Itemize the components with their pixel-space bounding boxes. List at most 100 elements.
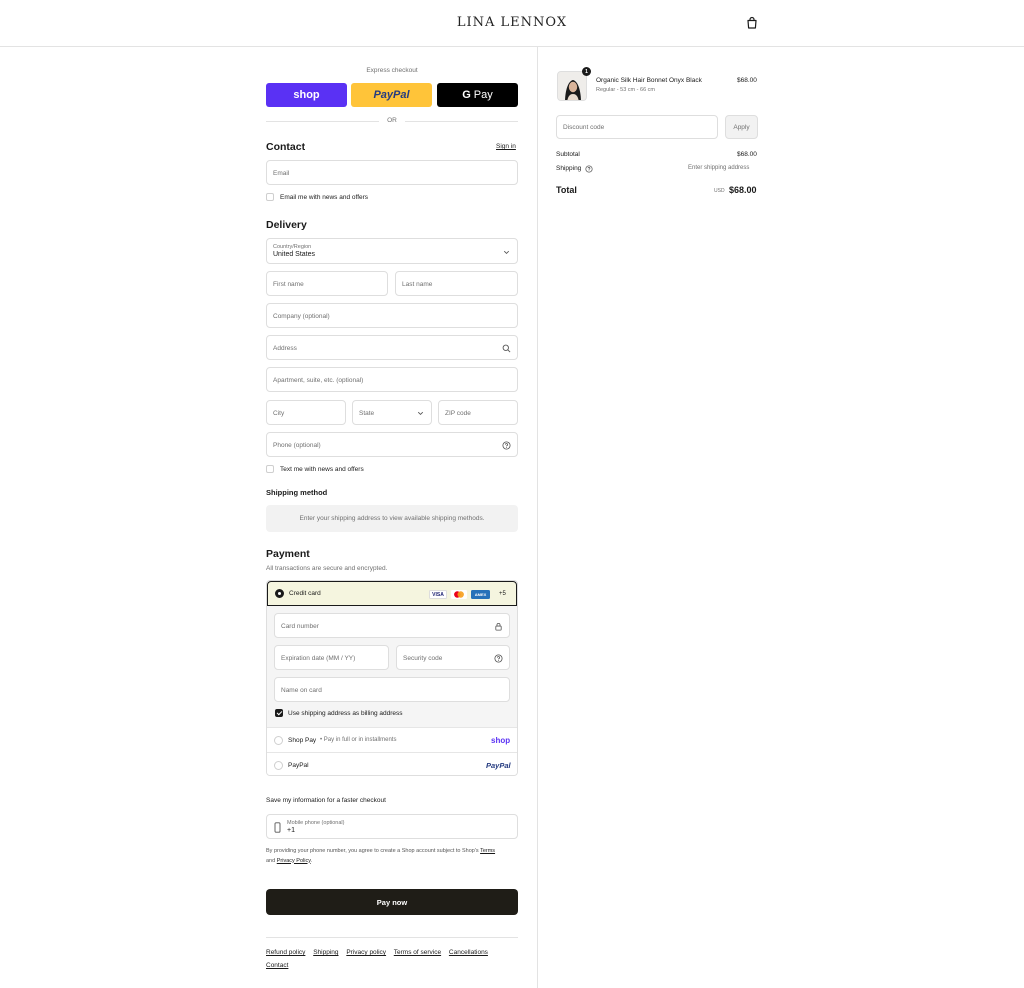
last-name-placeholder: Last name — [402, 280, 433, 288]
more-cards-count: +5 — [499, 591, 506, 597]
security-code-placeholder: Security code — [403, 654, 443, 662]
pay-now-button[interactable]: Pay now — [266, 889, 518, 915]
email-news-checkbox[interactable] — [266, 193, 274, 201]
name-on-card-placeholder: Name on card — [281, 686, 322, 694]
shop-pay-button[interactable]: shop — [266, 83, 347, 107]
total-label: Total — [556, 185, 577, 195]
shipping-link[interactable]: Shipping — [313, 949, 338, 956]
mobile-phone-field[interactable]: Mobile phone (optional) +1 — [266, 814, 518, 839]
disclaimer-period: . — [310, 857, 313, 864]
delivery-title: Delivery — [266, 219, 307, 231]
shipping-value: Enter shipping address — [688, 165, 750, 171]
shop-pay-title: Shop Pay — [288, 737, 317, 744]
security-code-field[interactable]: Security code — [396, 645, 510, 670]
first-name-field[interactable]: First name — [266, 271, 388, 296]
billing-address-checkbox[interactable] — [275, 709, 283, 717]
amex-icon: AMEX — [471, 590, 490, 599]
state-select[interactable]: State — [352, 400, 432, 425]
disclaimer-and: and — [266, 857, 276, 864]
paypal-button[interactable]: PayPal — [351, 83, 432, 107]
billing-address-label: Use shipping address as billing address — [288, 710, 403, 717]
shop-pay-option[interactable]: Shop Pay • Pay in full or in installment… — [267, 727, 517, 752]
expiration-date-field[interactable]: Expiration date (MM / YY) — [274, 645, 389, 670]
express-checkout-title: Express checkout — [366, 67, 418, 74]
product-name: Organic Silk Hair Bonnet Onyx Black — [596, 77, 702, 84]
privacy-policy-link[interactable]: Privacy Policy — [277, 858, 311, 864]
store-logo[interactable]: LINA LENNOX — [0, 15, 1024, 30]
address-placeholder: Address — [273, 344, 297, 352]
country-label: Country/Region — [273, 244, 312, 250]
shop-terms-disclaimer: By providing your phone number, you agre… — [266, 847, 518, 866]
chevron-down-icon — [417, 411, 424, 416]
paypal-label: PayPal — [288, 762, 309, 769]
header: LINA LENNOX — [0, 0, 1024, 47]
disclaimer-text: By providing your phone number, you agre… — [266, 848, 479, 854]
help-circle-icon[interactable] — [502, 441, 511, 450]
card-number-placeholder: Card number — [281, 622, 319, 630]
shop-pay-radio[interactable] — [274, 736, 283, 745]
text-news-checkbox-row[interactable]: Text me with news and offers — [266, 465, 364, 473]
card-number-field[interactable]: Card number — [274, 613, 510, 638]
address-field[interactable]: Address — [266, 335, 518, 360]
company-field[interactable]: Company (optional) — [266, 303, 518, 328]
help-circle-icon[interactable] — [585, 165, 593, 173]
paypal-option[interactable]: PayPal PayPal — [267, 752, 517, 775]
text-news-checkbox[interactable] — [266, 465, 274, 473]
email-news-checkbox-row[interactable]: Email me with news and offers — [266, 193, 368, 201]
terms-of-service-link[interactable]: Terms of service — [394, 949, 441, 956]
help-circle-icon[interactable] — [494, 654, 503, 663]
email-news-label: Email me with news and offers — [280, 193, 369, 201]
paypal-radio[interactable] — [274, 761, 283, 770]
text-news-label: Text me with news and offers — [280, 465, 364, 473]
product-photo — [558, 72, 586, 100]
shipping-method-message: Enter your shipping address to view avai… — [266, 505, 518, 532]
privacy-policy-footer-link[interactable]: Privacy policy — [346, 949, 386, 956]
sign-in-link[interactable]: Sign in — [496, 143, 516, 150]
product-variant: Regular - 53 cm - 66 cm — [596, 87, 655, 93]
footer-links: Refund policy Shipping Privacy policy Te… — [266, 946, 518, 972]
cancellations-link[interactable]: Cancellations — [449, 949, 488, 956]
refund-policy-link[interactable]: Refund policy — [266, 949, 305, 956]
mobile-phone-icon — [274, 822, 281, 833]
subtotal-value: $68.00 — [737, 151, 757, 158]
terms-link[interactable]: Terms — [480, 848, 495, 854]
city-field[interactable]: City — [266, 400, 346, 425]
mobile-phone-value: +1 — [287, 827, 295, 834]
apartment-placeholder: Apartment, suite, etc. (optional) — [273, 376, 364, 384]
zip-field[interactable]: ZIP code — [438, 400, 518, 425]
or-line-right — [405, 121, 518, 122]
paypal-logo: PayPal — [486, 761, 511, 770]
last-name-field[interactable]: Last name — [395, 271, 518, 296]
mobile-phone-label: Mobile phone (optional) — [287, 820, 345, 826]
name-on-card-field[interactable]: Name on card — [274, 677, 510, 702]
visa-icon: VISA — [429, 590, 447, 599]
column-divider — [537, 47, 538, 988]
search-icon — [502, 344, 511, 353]
apply-discount-button[interactable]: Apply — [725, 115, 758, 139]
google-pay-label: Pay — [473, 89, 493, 101]
discount-code-placeholder: Discount code — [563, 124, 605, 131]
credit-card-radio[interactable] — [275, 589, 284, 598]
email-field[interactable]: Email — [266, 160, 518, 185]
first-name-placeholder: First name — [273, 280, 304, 288]
credit-card-option[interactable]: Credit card VISA AMEX +5 — [267, 581, 517, 606]
shipping-label: Shipping — [556, 165, 582, 172]
discount-code-field[interactable]: Discount code — [556, 115, 718, 139]
company-placeholder: Company (optional) — [273, 312, 330, 320]
google-pay-button[interactable]: G Pay — [437, 83, 518, 107]
contact-link[interactable]: Contact — [266, 962, 288, 969]
phone-field[interactable]: Phone (optional) — [266, 432, 518, 457]
product-price: $68.00 — [737, 77, 757, 84]
shipping-method-title: Shipping method — [266, 488, 328, 497]
chevron-down-icon — [503, 250, 510, 255]
payment-methods: Credit card VISA AMEX +5 Card number Exp… — [266, 580, 518, 776]
product-thumbnail — [557, 71, 587, 101]
country-select[interactable]: Country/Region United States — [266, 238, 518, 264]
mastercard-icon — [451, 590, 467, 599]
state-placeholder: State — [359, 409, 375, 417]
contact-title: Contact — [266, 141, 306, 153]
credit-card-form: Card number Expiration date (MM / YY) Se… — [267, 606, 517, 727]
country-value: United States — [273, 251, 316, 258]
apartment-field[interactable]: Apartment, suite, etc. (optional) — [266, 367, 518, 392]
shopping-bag-icon[interactable] — [745, 16, 759, 30]
